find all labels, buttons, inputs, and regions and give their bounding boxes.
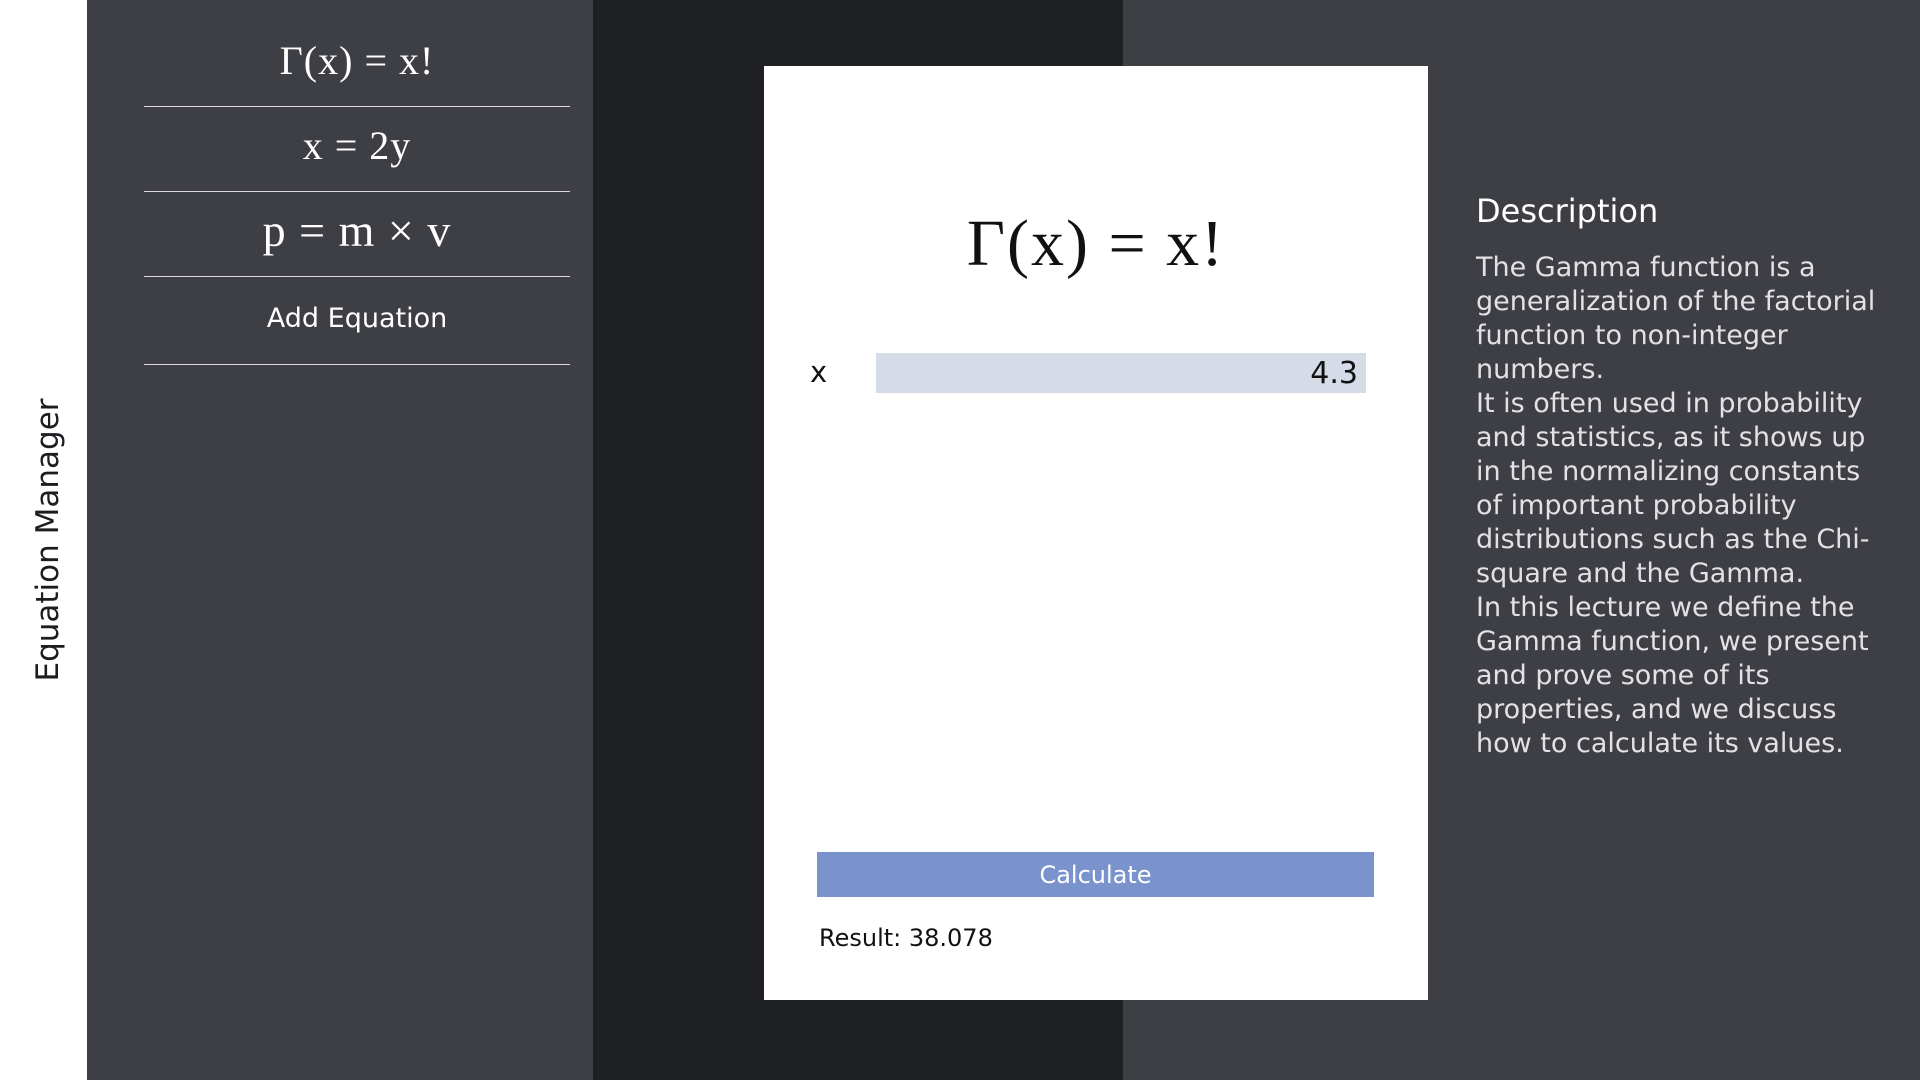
app-title: Equation Manager (30, 398, 66, 682)
calculator-card: Γ(x) = x! x Calculate Result: 38.078 (764, 66, 1428, 1000)
description-title: Description (1476, 192, 1659, 230)
equation-item-momentum[interactable]: p = m × v (144, 192, 570, 277)
equation-label: p = m × v (262, 204, 452, 256)
title-bar: Equation Manager (0, 0, 87, 1080)
description-paragraph: The Gamma function is a generalization o… (1476, 252, 1876, 385)
equation-item-gamma[interactable]: Γ(x) = x! (144, 22, 570, 107)
variable-input-x[interactable] (876, 353, 1366, 393)
variable-label-x: x (810, 355, 828, 389)
calculate-button[interactable]: Calculate (817, 852, 1374, 897)
add-equation-label: Add Equation (266, 302, 448, 334)
description-body: The Gamma function is a generalization o… (1476, 251, 1886, 761)
add-equation-button[interactable]: Add Equation (144, 280, 570, 365)
equation-item-x-2y[interactable]: x = 2y (144, 107, 570, 192)
description-paragraph: It is often used in probability and stat… (1476, 388, 1870, 589)
equation-label: Γ(x) = x! (279, 37, 435, 83)
equation-label: x = 2y (302, 122, 412, 168)
active-equation: Γ(x) = x! (966, 207, 1226, 280)
result-text: Result: 38.078 (819, 924, 993, 952)
description-paragraph: In this lecture we define the Gamma func… (1476, 592, 1869, 759)
equation-sidebar: Γ(x) = x! x = 2y p = m × v Add Equation (87, 0, 593, 1080)
